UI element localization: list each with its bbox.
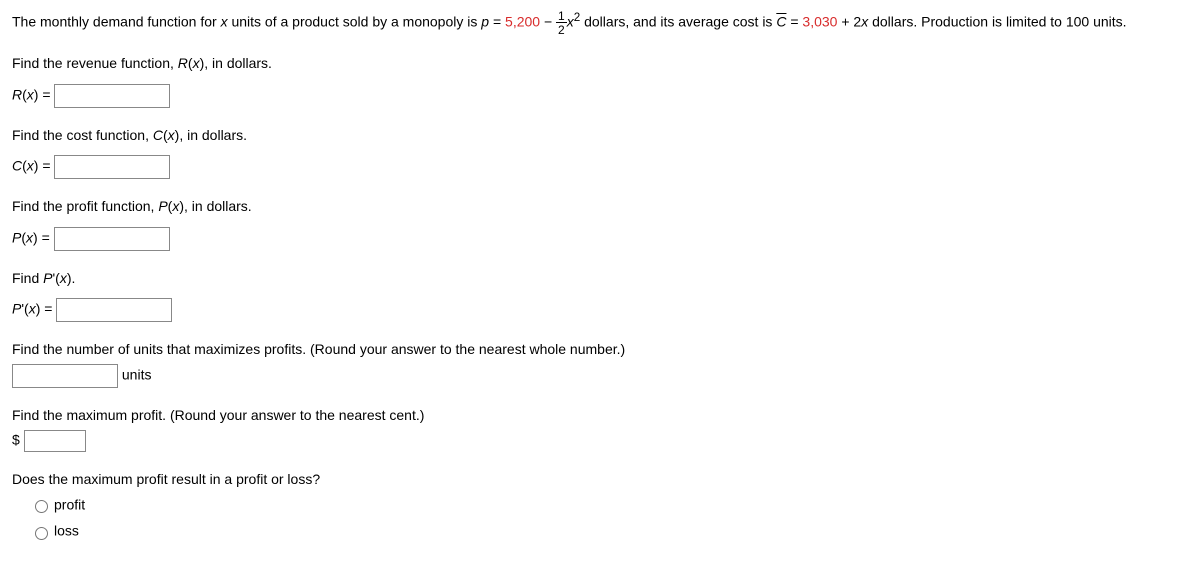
prompt: Find the number of units that maximizes … [12,340,1188,360]
intro-text: + 2 [837,14,861,30]
question-max-units: Find the number of units that maximizes … [12,340,1188,388]
var-x: x [221,14,228,30]
var-x: x [27,86,34,102]
intro-text: dollars, and its average cost is [580,14,776,30]
var-x: x [168,127,175,143]
answer-row: units [12,364,1188,388]
equals: = [489,14,505,30]
cost-input[interactable] [54,155,170,179]
prompt-text: , in dollars. [204,55,272,71]
c-bar: C [776,14,786,30]
paren: ). [67,270,76,286]
var-x: x [26,229,33,245]
problem-intro: The monthly demand function for x units … [12,10,1188,36]
var-x: x [193,55,200,71]
question-cost: Find the cost function, C(x), in dollars… [12,126,1188,180]
question-revenue: Find the revenue function, R(x), in doll… [12,54,1188,108]
radio-loss-label: loss [54,523,79,539]
prompt: Find the revenue function, R(x), in doll… [12,54,1188,74]
max-profit-input[interactable] [24,430,86,452]
profit-input[interactable] [54,227,170,251]
lhs-func: P [12,229,21,245]
question-profit-or-loss: Does the maximum profit result in a prof… [12,470,1188,542]
prompt-text: , in dollars. [179,127,247,143]
minus: − [540,14,556,30]
prompt-text: , in dollars. [184,198,252,214]
intro-text: units of a product sold by a monopoly is [228,14,482,30]
intro-text: dollars. Production is limited to 100 un… [868,14,1126,30]
prompt-text: Find the profit function, [12,198,158,214]
prompt-text: Find the cost function, [12,127,153,143]
func-name: C [153,127,163,143]
radio-profit-label: profit [54,497,85,513]
answer-row: C(x) = [12,155,1188,179]
prompt: Find the maximum profit. (Round your ans… [12,406,1188,426]
lhs-close: ) = [34,86,55,102]
units-label: units [122,367,152,383]
answer-row: R(x) = [12,84,1188,108]
radio-profit[interactable] [35,500,48,513]
lhs-func: R [12,86,22,102]
fraction-half: 12 [556,10,567,36]
option-profit-row: profit [30,495,1188,515]
question-profit: Find the profit function, P(x), in dolla… [12,197,1188,251]
answer-row: P(x) = [12,227,1188,251]
lhs-func: C [12,158,22,174]
var-x: x [29,301,36,317]
prompt: Find P'(x). [12,269,1188,289]
prompt-text: Find the revenue function, [12,55,178,71]
equals: = [786,14,802,30]
intro-text: The monthly demand function for [12,14,221,30]
p-prime-input[interactable] [56,298,172,322]
lhs-close: ) = [36,301,57,317]
lhs-func: P [12,301,21,317]
prompt: Does the maximum profit result in a prof… [12,470,1188,490]
func-name: R [178,55,188,71]
revenue-input[interactable] [54,84,170,108]
prompt: Find the cost function, C(x), in dollars… [12,126,1188,146]
prompt-text: Find [12,270,43,286]
lhs-close: ) = [33,229,54,245]
numerator: 1 [556,10,567,23]
question-p-prime: Find P'(x). P'(x) = [12,269,1188,323]
func-name: P [158,198,167,214]
denominator: 2 [556,23,567,36]
answer-row: $ [12,430,1188,452]
var-p: p [481,14,489,30]
currency-symbol: $ [12,431,20,447]
option-loss-row: loss [30,521,1188,541]
lhs-close: ) = [34,158,55,174]
answer-row: P'(x) = [12,298,1188,322]
var-x: x [27,158,34,174]
var-x: x [567,14,574,30]
question-max-profit: Find the maximum profit. (Round your ans… [12,406,1188,452]
var-x: x [60,270,67,286]
prompt: Find the profit function, P(x), in dolla… [12,197,1188,217]
constant-3030: 3,030 [802,14,837,30]
radio-loss[interactable] [35,527,48,540]
units-input[interactable] [12,364,118,388]
constant-5200: 5,200 [505,14,540,30]
